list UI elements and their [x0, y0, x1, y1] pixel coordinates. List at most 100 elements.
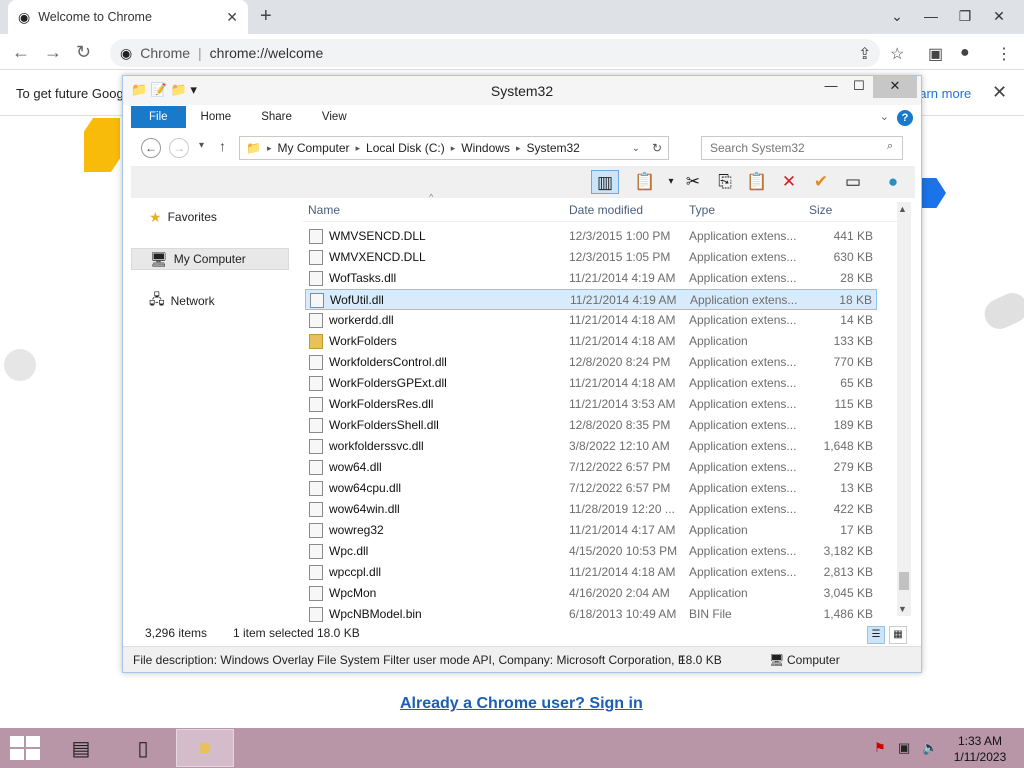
explorer-maximize-button[interactable]: ☐ — [845, 76, 873, 98]
refresh-icon[interactable]: ↻ — [652, 141, 662, 155]
profile-avatar-icon[interactable]: ● — [960, 44, 970, 62]
tab-file[interactable]: File — [131, 106, 186, 128]
file-date: 12/8/2020 8:35 PM — [569, 418, 671, 432]
ribbon-expand-icon[interactable]: ⌄ — [880, 110, 889, 123]
table-row[interactable]: wpccpl.dll 11/21/2014 4:18 AM Application … — [305, 562, 877, 583]
column-size[interactable]: Size — [809, 203, 832, 217]
table-row[interactable]: WorkFoldersRes.dll 11/21/2014 3:53 AM Appl… — [305, 394, 877, 415]
breadcrumb-local-disk[interactable]: Local Disk (C:) — [366, 141, 445, 155]
minimize-button[interactable]: — — [914, 0, 948, 34]
tab-home[interactable]: Home — [186, 106, 247, 128]
action-center-icon[interactable]: ⚑ — [874, 740, 886, 756]
table-row[interactable]: workerdd.dll 11/21/2014 4:18 AM Applicatio… — [305, 310, 877, 331]
taskbar-app-explorer[interactable]: ■ — [176, 729, 234, 767]
nav-my-computer[interactable]: 🖥 My Computer — [131, 248, 289, 270]
table-row[interactable]: wow64cpu.dll 7/12/2022 6:57 PM Application… — [305, 478, 877, 499]
side-panel-icon[interactable]: ▣ — [928, 44, 943, 64]
address-dropdown-icon[interactable]: ⌄ — [632, 143, 640, 154]
paste-icon[interactable]: 📋 — [743, 170, 771, 194]
cut-icon[interactable]: ✂ — [679, 170, 707, 194]
volume-muted-icon[interactable]: 🔈 — [922, 740, 938, 756]
tab-share[interactable]: Share — [246, 106, 307, 128]
start-button[interactable] — [10, 736, 40, 760]
back-icon[interactable]: ← — [12, 42, 30, 62]
breadcrumb-my-computer[interactable]: My Computer — [277, 141, 349, 155]
column-name[interactable]: Name — [308, 203, 340, 217]
taskbar-clock[interactable]: 1:33 AM 1/11/2023 — [940, 733, 1020, 765]
file-icon — [309, 271, 323, 286]
share-icon[interactable]: ⇪ — [858, 44, 871, 64]
tab-view[interactable]: View — [307, 106, 362, 128]
help-icon[interactable]: ? — [897, 110, 913, 126]
recent-locations-icon[interactable]: ▾ — [199, 140, 204, 151]
file-icon — [309, 229, 323, 244]
preview-pane-icon[interactable]: ▥ — [591, 170, 619, 194]
nav-favorites[interactable]: ★ Favorites — [131, 206, 289, 228]
tab-close-icon[interactable]: ✕ — [226, 9, 238, 26]
menu-icon[interactable]: ⋮ — [996, 44, 1012, 64]
restore-button[interactable]: ❐ — [948, 0, 982, 34]
site-info-icon[interactable]: ◉ — [120, 45, 132, 62]
nav-network[interactable]: 🖧 Network — [131, 290, 289, 312]
table-row[interactable]: wow64win.dll 11/28/2019 12:20 ... Applicat… — [305, 499, 877, 520]
breadcrumb-windows[interactable]: Windows — [461, 141, 510, 155]
details-bar: File description: Windows Overlay File S… — [123, 646, 921, 672]
explorer-back-icon[interactable]: ← — [141, 138, 161, 158]
taskbar-app-console[interactable]: ▤ — [52, 729, 110, 767]
up-icon[interactable]: ↑ — [219, 138, 226, 154]
delete-icon[interactable]: ✕ — [775, 170, 803, 194]
table-row[interactable]: WorkFoldersGPExt.dll 11/21/2014 4:18 AM Ap… — [305, 373, 877, 394]
table-row[interactable]: WofTasks.dll 11/21/2014 4:19 AM Applicatio… — [305, 268, 877, 289]
table-row[interactable]: WorkFoldersShell.dll 12/8/2020 8:35 PM App… — [305, 415, 877, 436]
new-tab-button[interactable]: + — [260, 6, 272, 26]
table-row[interactable]: WMVSENCD.DLL 12/3/2015 1:00 PM Application… — [305, 226, 877, 247]
table-row[interactable]: WMVXENCD.DLL 12/3/2015 1:05 PM Application… — [305, 247, 877, 268]
breadcrumb[interactable]: 📁 ▸ My Computer ▸ Local Disk (C:) ▸ Wind… — [239, 136, 669, 160]
table-row[interactable]: WorkfoldersControl.dll 12/8/2020 8:24 PM A… — [305, 352, 877, 373]
file-name: WMVSENCD.DLL — [329, 229, 426, 243]
explorer-forward-icon[interactable]: → — [169, 138, 189, 158]
explorer-minimize-button[interactable]: — — [817, 76, 845, 98]
search-input[interactable]: Search System32 — [701, 136, 903, 160]
explorer-close-button[interactable]: ✕ — [873, 76, 917, 98]
bookmark-star-icon[interactable]: ☆ — [890, 44, 904, 64]
close-button[interactable]: ✕ — [982, 0, 1016, 34]
table-row[interactable]: WofUtil.dll 11/21/2014 4:19 AM Application… — [305, 289, 877, 310]
file-name: wow64win.dll — [329, 502, 400, 516]
file-size: 422 KB — [833, 502, 873, 516]
sign-in-link[interactable]: Already a Chrome user? Sign in — [400, 695, 643, 713]
table-row[interactable]: WpcMon 4/16/2020 2:04 AM Application 3,045 … — [305, 583, 877, 604]
reload-icon[interactable]: ↻ — [76, 42, 91, 62]
taskbar-app-document[interactable]: ▯ — [114, 729, 172, 767]
forward-icon[interactable]: → — [44, 42, 62, 62]
vertical-scrollbar[interactable]: ▲ ▼ — [897, 202, 911, 616]
globe-icon[interactable]: ● — [879, 170, 907, 194]
table-row[interactable]: wowreg32 11/21/2014 4:17 AM Application 17 … — [305, 520, 877, 541]
properties-icon[interactable]: 📋 — [631, 170, 659, 194]
column-type[interactable]: Type — [689, 203, 715, 217]
table-row[interactable]: wow64.dll 7/12/2022 6:57 PM Application ex… — [305, 457, 877, 478]
checkmark-icon[interactable]: ✔ — [807, 170, 835, 194]
large-icons-view-icon[interactable]: ▦ — [889, 626, 907, 644]
network-tray-icon[interactable]: ▣ — [898, 740, 910, 756]
search-icon[interactable]: ⌕ — [887, 140, 893, 153]
tab-welcome[interactable]: ◉ Welcome to Chrome ✕ — [8, 0, 248, 34]
copy-icon[interactable]: ⎘ — [711, 170, 739, 194]
table-row[interactable]: WorkFolders 11/21/2014 4:18 AM Application… — [305, 331, 877, 352]
table-row[interactable]: Wpc.dll 4/15/2020 10:53 PM Application ext… — [305, 541, 877, 562]
table-row[interactable]: workfolderssvc.dll 3/8/2022 12:10 AM Appli… — [305, 436, 877, 457]
address-bar[interactable]: ◉ Chrome | chrome://welcome — [110, 39, 880, 67]
scroll-thumb[interactable] — [899, 572, 909, 590]
column-date[interactable]: Date modified — [569, 203, 643, 217]
file-size: 189 KB — [833, 418, 873, 432]
breadcrumb-system32[interactable]: System32 — [526, 141, 579, 155]
scroll-down-icon[interactable]: ▼ — [898, 604, 907, 614]
table-row[interactable]: WpcNBModel.bin 6/18/2013 10:49 AM BIN File… — [305, 604, 877, 625]
info-close-icon[interactable]: ✕ — [992, 82, 1007, 103]
file-name: WpcNBModel.bin — [329, 607, 422, 621]
rename-icon[interactable]: ▭ — [839, 170, 867, 194]
clock-time: 1:33 AM — [957, 734, 1003, 748]
scroll-up-icon[interactable]: ▲ — [898, 204, 907, 214]
tab-search-icon[interactable]: ⌄ — [880, 0, 914, 34]
details-view-icon[interactable]: ☰ — [867, 626, 885, 644]
